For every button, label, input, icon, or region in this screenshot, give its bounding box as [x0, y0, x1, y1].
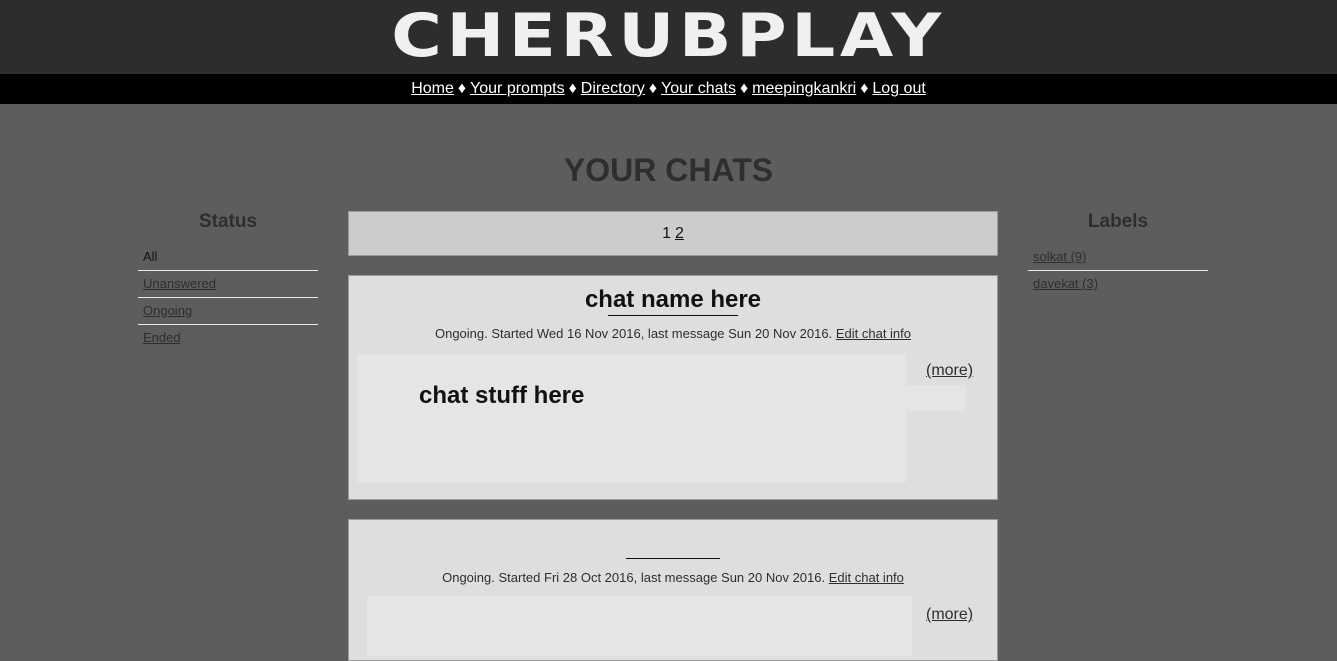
chat-preview-extension: [906, 385, 966, 411]
chat-preview: [357, 354, 906, 482]
status-item-label[interactable]: Ongoing: [143, 303, 192, 318]
nav-separator: ♦: [648, 80, 657, 97]
title-underline[interactable]: [626, 558, 720, 559]
main-nav: Home ♦ Your prompts ♦ Directory ♦ Your chats ♦ m…: [0, 74, 1337, 104]
chat-meta: Ongoing. Started Fri 28 Oct 2016, last m…: [349, 570, 997, 585]
nav-separator: ♦: [740, 80, 749, 97]
nav-separator: ♦: [457, 80, 467, 97]
nav-your-chats-link[interactable]: Your chats: [661, 80, 736, 97]
nav-separator: ♦: [568, 80, 577, 97]
status-heading: Status: [198, 211, 258, 232]
nav-home-link[interactable]: Home: [411, 80, 454, 97]
title-underline: [608, 315, 738, 316]
labels-heading: Labels: [1087, 211, 1149, 232]
more-link[interactable]: (more): [926, 362, 973, 380]
chat-meta: Ongoing. Started Wed 16 Nov 2016, last m…: [349, 326, 997, 341]
chat-preview-text: chat stuff here: [419, 382, 585, 409]
nav-username-link[interactable]: meepingkankri: [752, 80, 856, 97]
chat-meta-text: Ongoing. Started Wed 16 Nov 2016, last m…: [434, 326, 833, 341]
status-item-ended[interactable]: Ended: [138, 325, 318, 351]
more-link[interactable]: (more): [926, 606, 973, 624]
chat-card: Ongoing. Started Fri 28 Oct 2016, last m…: [348, 519, 998, 661]
pagination: 12: [348, 211, 998, 256]
chat-meta-text: Ongoing. Started Fri 28 Oct 2016, last m…: [442, 570, 826, 585]
status-item-unanswered[interactable]: Unanswered: [138, 271, 318, 298]
logo-bar: CHERUBPLAY: [0, 0, 1337, 74]
nav-log-out-link[interactable]: Log out: [872, 80, 925, 97]
edit-chat-info-link[interactable]: Edit chat info: [836, 326, 911, 341]
page-current: 1: [662, 225, 671, 242]
page-title: YOUR CHATS: [563, 152, 774, 188]
status-item-label: All: [143, 249, 158, 264]
nav-directory-link[interactable]: Directory: [581, 80, 645, 97]
labels-list: solkat (9) davekat (3): [1028, 244, 1208, 297]
label-item-link[interactable]: solkat (9): [1033, 249, 1086, 264]
status-filter-list: All Unanswered Ongoing Ended: [138, 244, 318, 351]
chat-title[interactable]: chat name here: [349, 286, 997, 314]
status-item-label[interactable]: Unanswered: [143, 276, 216, 291]
label-item-solkat[interactable]: solkat (9): [1028, 244, 1208, 271]
label-item-link[interactable]: davekat (3): [1033, 276, 1098, 291]
edit-chat-info-link[interactable]: Edit chat info: [829, 570, 904, 585]
page-link-2[interactable]: 2: [675, 225, 684, 242]
nav-separator: ♦: [860, 80, 869, 97]
status-item-label[interactable]: Ended: [143, 330, 181, 345]
chat-preview: [367, 596, 912, 656]
status-item-all[interactable]: All: [138, 244, 318, 271]
label-item-davekat[interactable]: davekat (3): [1028, 271, 1208, 297]
status-item-ongoing[interactable]: Ongoing: [138, 298, 318, 325]
site-logo[interactable]: CHERUBPLAY: [0, 4, 1337, 68]
nav-your-prompts-link[interactable]: Your prompts: [470, 80, 565, 97]
chat-card: chat name here Ongoing. Started Wed 16 N…: [348, 275, 998, 500]
